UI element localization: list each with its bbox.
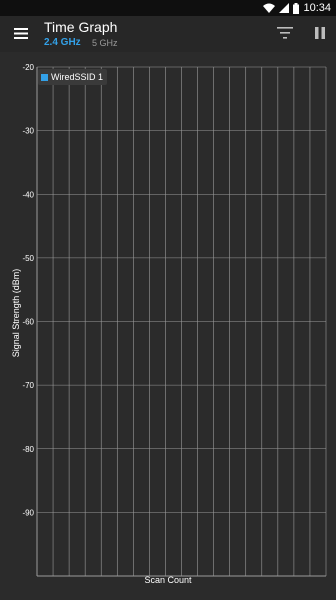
status-time: 10:34 [303, 2, 331, 14]
y-tick-label: -90 [22, 508, 34, 517]
app-bar: Time Graph 2.4 GHz 5 GHz [0, 16, 336, 52]
x-axis-label: Scan Count [144, 575, 192, 585]
y-tick-label: -70 [22, 381, 34, 390]
filter-button[interactable] [274, 23, 296, 43]
legend-swatch [41, 73, 48, 81]
y-tick-label: -40 [22, 190, 34, 199]
legend-label: WiredSSID 1 [51, 72, 104, 82]
menu-button[interactable] [8, 20, 34, 46]
battery-icon [293, 2, 300, 14]
chart-legend: WiredSSID 1 [38, 69, 108, 85]
status-bar: 10:34 [0, 0, 336, 16]
y-tick-label: -20 [22, 63, 34, 72]
y-tick-label: -80 [22, 445, 34, 454]
wifi-icon [263, 3, 276, 13]
pause-icon [315, 27, 325, 39]
filter-icon [277, 27, 293, 39]
signal-icon [279, 3, 290, 13]
y-tick-label: -50 [22, 254, 34, 263]
tab-band-2-4ghz[interactable]: 2.4 GHz [44, 37, 81, 48]
menu-icon [14, 27, 28, 39]
time-graph-chart: -20 -30 -40 -50 -60 -70 -80 -90 [0, 52, 336, 600]
y-tick-label: -60 [22, 318, 34, 327]
tab-band-5ghz[interactable]: 5 GHz [92, 38, 118, 48]
pause-button[interactable] [309, 23, 331, 43]
y-tick-label: -30 [22, 127, 34, 136]
page-title: Time Graph [44, 19, 118, 35]
y-axis-label: Signal Strength (dBm) [11, 268, 21, 358]
